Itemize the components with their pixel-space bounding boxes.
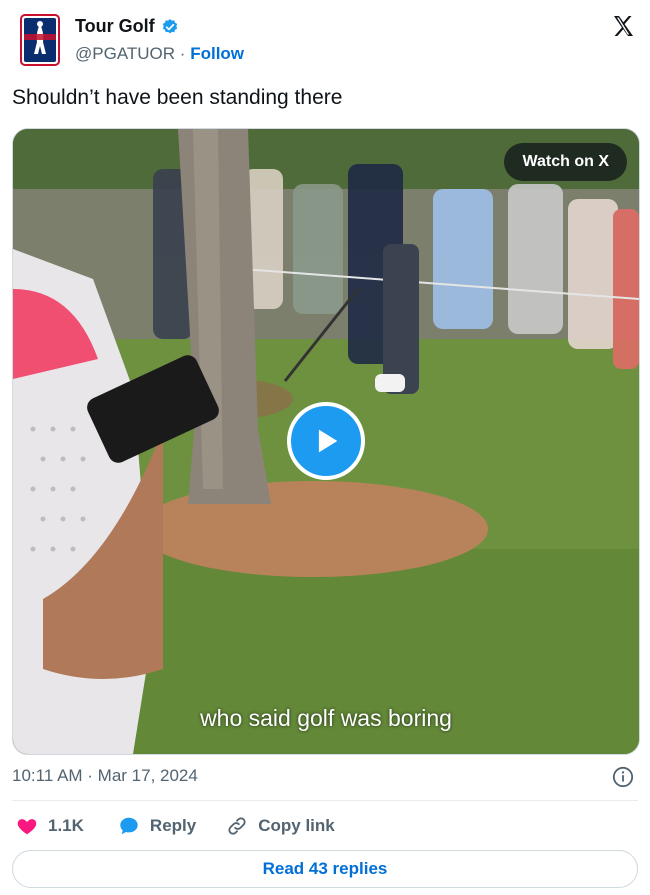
- watch-on-x-button[interactable]: Watch on X: [504, 143, 627, 181]
- like-count: 1.1K: [48, 816, 84, 835]
- follow-button[interactable]: Follow: [190, 44, 244, 63]
- verified-badge-icon: [162, 18, 177, 33]
- video-caption: who said golf was boring: [200, 705, 452, 731]
- reply-bubble-icon: [120, 817, 138, 835]
- x-logo-icon[interactable]: [611, 14, 635, 38]
- tweet-text: Shouldn’t have been standing there: [12, 86, 343, 109]
- reply-label: Reply: [149, 816, 197, 835]
- pga-tour-logo-icon[interactable]: [20, 14, 60, 66]
- video-player[interactable]: Watch on X who said golf was boring: [12, 128, 640, 755]
- handle-row: @PGATUOR · Follow: [75, 44, 244, 64]
- action-bar: 1.1K Reply Copy link: [12, 812, 335, 840]
- separator: ·: [179, 44, 186, 63]
- tweet-timestamp[interactable]: 10:11 AM · Mar 17, 2024: [12, 766, 198, 786]
- author-handle[interactable]: @PGATUOR: [75, 44, 175, 63]
- play-icon: [318, 429, 338, 453]
- copy-link-button[interactable]: Copy link: [226, 815, 335, 837]
- play-button[interactable]: [287, 402, 365, 480]
- like-button[interactable]: 1.1K: [16, 815, 84, 837]
- copy-link-label: Copy link: [258, 816, 335, 835]
- author-name[interactable]: Tour Golf: [75, 16, 155, 37]
- heart-icon: [17, 819, 37, 835]
- link-icon: [228, 817, 246, 835]
- info-icon[interactable]: [612, 766, 634, 788]
- tweet-header: Tour Golf @PGATUOR · Follow: [13, 12, 637, 72]
- read-replies-button[interactable]: Read 43 replies: [12, 850, 638, 888]
- reply-button[interactable]: Reply: [118, 815, 196, 837]
- divider: [12, 800, 638, 801]
